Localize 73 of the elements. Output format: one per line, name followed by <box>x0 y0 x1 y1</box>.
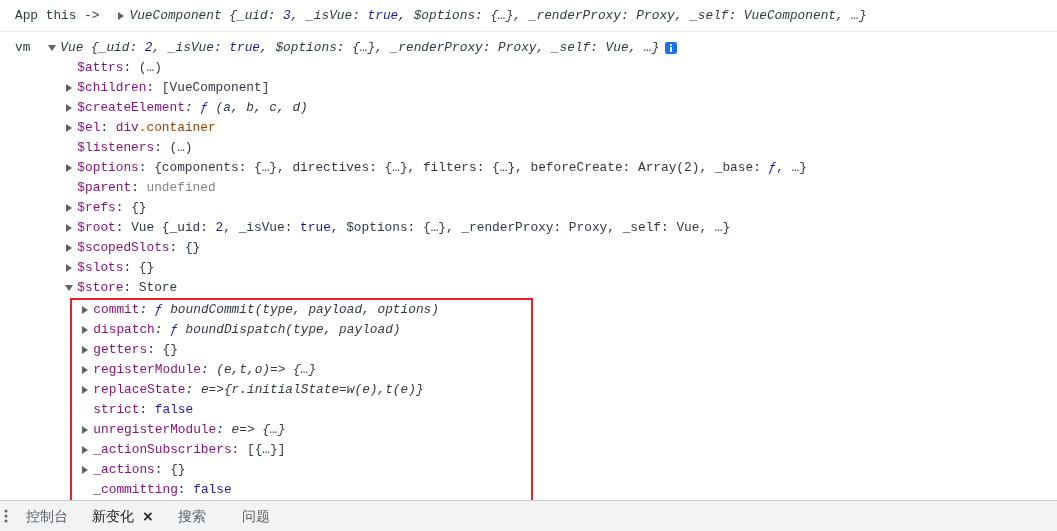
property-value: : {} <box>115 199 147 217</box>
collapsed-triangle-icon[interactable] <box>81 386 90 394</box>
property-key: $scopedSlots <box>77 238 170 258</box>
collapsed-triangle-icon[interactable] <box>65 224 74 232</box>
collapsed-triangle-icon[interactable] <box>117 12 126 20</box>
property-key: $refs <box>77 198 116 218</box>
property-value: Vue {_uid: 2, _isVue: true, $options: {…}, _renderProxy: Proxy, _self: Vue, …} <box>60 39 660 57</box>
property-key: _actionSubscribers <box>93 440 232 460</box>
log-label: vm <box>15 39 31 57</box>
expanded-triangle-icon[interactable] <box>65 284 74 292</box>
drawer-tab[interactable]: 控制台 <box>26 505 68 527</box>
property-key: $createElement <box>77 98 185 118</box>
property-key: $el <box>77 118 101 138</box>
property-value: : {} <box>154 461 186 479</box>
collapsed-triangle-icon[interactable] <box>81 366 90 374</box>
collapsed-triangle-icon[interactable] <box>65 244 74 252</box>
property-value: : ƒ boundDispatch(type, payload) <box>154 321 401 339</box>
property-value: : [{…}] <box>231 441 286 459</box>
property-value: : ƒ boundCommit(type, payload, options) <box>139 301 439 319</box>
property-key: $children <box>77 78 147 98</box>
property-key: $slots <box>77 258 124 278</box>
property-value: : Store <box>123 279 178 297</box>
property-key: replaceState <box>93 380 186 400</box>
collapsed-triangle-icon[interactable] <box>81 306 90 314</box>
property-value: : e=> {…} <box>216 421 286 439</box>
collapsed-triangle-icon[interactable] <box>65 104 74 112</box>
property-value: : (…) <box>123 59 162 77</box>
close-tab-button[interactable]: × <box>142 505 154 527</box>
property-key: $attrs <box>77 58 124 78</box>
property-key: unregisterModule <box>93 420 217 440</box>
property-value: : (e,t,o)=> {…} <box>200 361 317 379</box>
property-value: : (…) <box>154 139 193 157</box>
collapsed-triangle-icon[interactable] <box>81 346 90 354</box>
property-value: : undefined <box>131 179 216 197</box>
collapsed-triangle-icon[interactable] <box>65 204 74 212</box>
property-key: $options <box>77 158 139 178</box>
collapsed-triangle-icon[interactable] <box>81 426 90 434</box>
property-key: _committing <box>93 480 178 500</box>
property-key: $listeners <box>77 138 155 158</box>
property-key: strict <box>93 400 140 420</box>
property-value: : [VueComponent] <box>146 79 270 97</box>
property-value: : false <box>139 401 194 419</box>
property-key: $parent <box>77 178 132 198</box>
collapsed-triangle-icon[interactable] <box>65 264 74 272</box>
collapsed-triangle-icon[interactable] <box>81 446 90 454</box>
property-value: : e=>{r.initialState=w(e),t(e)} <box>185 381 424 399</box>
drawer-tab[interactable]: 新变化 <box>92 505 134 527</box>
collapsed-triangle-icon[interactable] <box>65 164 74 172</box>
property-value: : {} <box>169 239 201 257</box>
property-key: _actions <box>93 460 155 480</box>
property-value: : ƒ (a, b, c, d) <box>184 99 308 117</box>
expanded-triangle-icon[interactable] <box>48 44 57 52</box>
drawer-tab[interactable]: 搜索 <box>177 505 206 527</box>
property-value: : {} <box>123 259 155 277</box>
log-label: App this -> <box>15 7 100 25</box>
property-key: dispatch <box>93 320 155 340</box>
property-key: registerModule <box>93 360 201 380</box>
property-value: : false <box>177 481 232 499</box>
property-value: : Vue {_uid: 2, _isVue: true, $options: {…}, _renderProxy: Proxy, _self: Vue, …} <box>115 219 731 237</box>
property-key: $root <box>77 218 116 238</box>
drawer-tab[interactable]: 问题 <box>241 505 270 527</box>
collapsed-triangle-icon[interactable] <box>81 326 90 334</box>
property-value: : div.container <box>100 119 216 137</box>
property-value: VueComponent {_uid: 3, _isVue: true, $options: {…}, _renderProxy: Proxy, _self: VueComponent, …} <box>129 7 867 25</box>
property-value: : {components: {…}, directives: {…}, filters: {…}, beforeCreate: Array(2), _base: ƒ, …} <box>138 159 807 177</box>
property-key: commit <box>93 300 140 320</box>
collapsed-triangle-icon[interactable] <box>65 124 74 132</box>
property-value: : {} <box>147 341 178 359</box>
property-key: getters <box>93 340 148 360</box>
more-options-icon[interactable] <box>4 509 8 523</box>
collapsed-triangle-icon[interactable] <box>65 84 74 92</box>
collapsed-triangle-icon[interactable] <box>81 466 90 474</box>
property-key: $store <box>77 278 124 298</box>
